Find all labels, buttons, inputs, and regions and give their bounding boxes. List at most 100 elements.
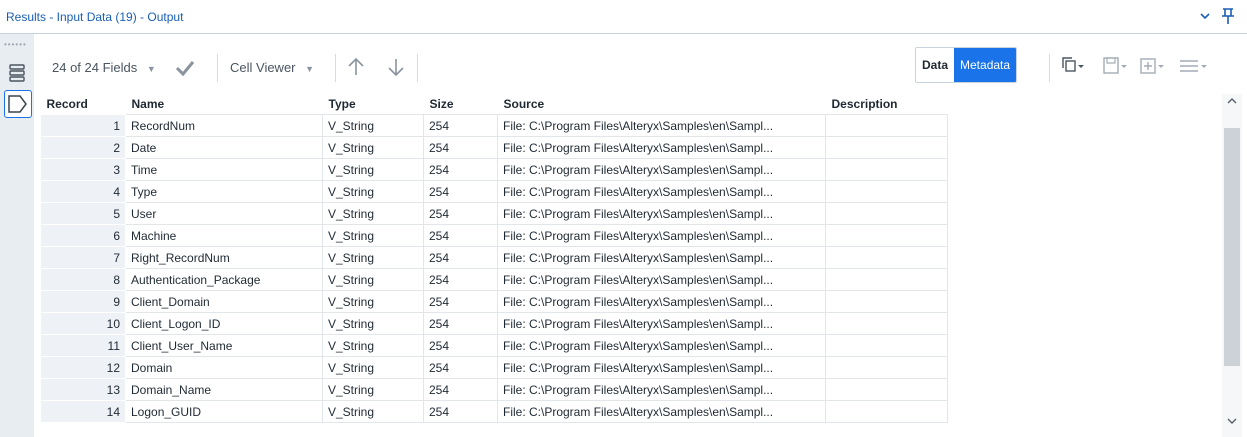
scroll-up-icon[interactable]: [1226, 96, 1238, 106]
cell-size[interactable]: 254: [423, 334, 498, 357]
cell-description[interactable]: [825, 334, 948, 357]
copy-icon[interactable]: [1060, 56, 1086, 76]
cell-size[interactable]: 254: [423, 180, 498, 203]
cell-type[interactable]: V_String: [322, 136, 424, 159]
cell-record[interactable]: 9: [40, 290, 126, 313]
cell-source[interactable]: File: C:\Program Files\Alteryx\Samples\e…: [497, 312, 826, 335]
cell-type[interactable]: V_String: [322, 312, 424, 335]
cell-size[interactable]: 254: [423, 268, 498, 291]
cell-source[interactable]: File: C:\Program Files\Alteryx\Samples\e…: [497, 378, 826, 401]
cell-record[interactable]: 4: [40, 180, 126, 203]
cell-source[interactable]: File: C:\Program Files\Alteryx\Samples\e…: [497, 246, 826, 269]
table-row[interactable]: 1 RecordNum V_String 254 File: C:\Program Fi…: [40, 114, 948, 137]
cell-description[interactable]: [825, 158, 948, 181]
cell-size[interactable]: 254: [423, 290, 498, 313]
menu-icon[interactable]: [1178, 56, 1208, 76]
cell-description[interactable]: [825, 114, 948, 137]
tab-metadata[interactable]: Metadata: [954, 48, 1017, 82]
cell-size[interactable]: 254: [423, 378, 498, 401]
cell-name[interactable]: Domain_Name: [125, 378, 323, 401]
apply-check-icon[interactable]: [174, 59, 196, 77]
fields-dropdown[interactable]: 24 of 24 Fields ▼: [52, 60, 156, 75]
cell-type[interactable]: V_String: [322, 334, 424, 357]
cell-name[interactable]: Client_User_Name: [125, 334, 323, 357]
cell-record[interactable]: 3: [40, 158, 126, 181]
scroll-down-icon[interactable]: [1226, 416, 1238, 426]
cell-type[interactable]: V_String: [322, 290, 424, 313]
cell-type[interactable]: V_String: [322, 202, 424, 225]
cell-record[interactable]: 5: [40, 202, 126, 225]
table-row[interactable]: 7 Right_RecordNum V_String 254 File: C:\Prog…: [40, 246, 948, 269]
cell-record[interactable]: 2: [40, 136, 126, 159]
cell-name[interactable]: Time: [125, 158, 323, 181]
cell-name[interactable]: RecordNum: [125, 114, 323, 137]
cell-type[interactable]: V_String: [322, 224, 424, 247]
cell-name[interactable]: Right_RecordNum: [125, 246, 323, 269]
cell-source[interactable]: File: C:\Program Files\Alteryx\Samples\e…: [497, 356, 826, 379]
cell-source[interactable]: File: C:\Program Files\Alteryx\Samples\e…: [497, 224, 826, 247]
cell-size[interactable]: 254: [423, 158, 498, 181]
cell-record[interactable]: 6: [40, 224, 126, 247]
arrow-down-icon[interactable]: [387, 57, 405, 77]
cell-type[interactable]: V_String: [322, 180, 424, 203]
cell-source[interactable]: File: C:\Program Files\Alteryx\Samples\e…: [497, 290, 826, 313]
cell-source[interactable]: File: C:\Program Files\Alteryx\Samples\e…: [497, 334, 826, 357]
cell-size[interactable]: 254: [423, 224, 498, 247]
add-column-icon[interactable]: [1139, 56, 1165, 76]
cell-size[interactable]: 254: [423, 114, 498, 137]
column-header-source[interactable]: Source: [497, 94, 826, 115]
cell-size[interactable]: 254: [423, 136, 498, 159]
cell-name[interactable]: User: [125, 202, 323, 225]
pin-icon[interactable]: [1220, 7, 1236, 25]
table-row[interactable]: 4 Type V_String 254 File: C:\Program Files\A…: [40, 180, 948, 203]
cell-record[interactable]: 12: [40, 356, 126, 379]
drag-grip-icon[interactable]: ••••••: [4, 40, 27, 49]
metadata-tag-icon[interactable]: [4, 90, 32, 118]
cell-type[interactable]: V_String: [322, 268, 424, 291]
cell-name[interactable]: Date: [125, 136, 323, 159]
column-header-record[interactable]: Record: [40, 94, 126, 115]
cell-description[interactable]: [825, 378, 948, 401]
cell-record[interactable]: 1: [40, 114, 126, 137]
table-row[interactable]: 9 Client_Domain V_String 254 File: C:\Progra…: [40, 290, 948, 313]
cell-type[interactable]: V_String: [322, 114, 424, 137]
table-row[interactable]: 12 Domain V_String 254 File: C:\Program File…: [40, 356, 948, 379]
vertical-scrollbar[interactable]: [1222, 94, 1242, 437]
cell-description[interactable]: [825, 400, 948, 423]
cell-record[interactable]: 7: [40, 246, 126, 269]
table-row[interactable]: 5 User V_String 254 File: C:\Program Files\A…: [40, 202, 948, 225]
cell-description[interactable]: [825, 180, 948, 203]
cell-type[interactable]: V_String: [322, 356, 424, 379]
column-header-size[interactable]: Size: [423, 94, 498, 115]
cell-description[interactable]: [825, 224, 948, 247]
cell-source[interactable]: File: C:\Program Files\Alteryx\Samples\e…: [497, 136, 826, 159]
cell-name[interactable]: Client_Domain: [125, 290, 323, 313]
cell-type[interactable]: V_String: [322, 378, 424, 401]
table-row[interactable]: 2 Date V_String 254 File: C:\Program Files\A…: [40, 136, 948, 159]
cell-name[interactable]: Machine: [125, 224, 323, 247]
cell-type[interactable]: V_String: [322, 246, 424, 269]
cell-description[interactable]: [825, 356, 948, 379]
cell-name[interactable]: Logon_GUID: [125, 400, 323, 423]
table-row[interactable]: 6 Machine V_String 254 File: C:\Program File…: [40, 224, 948, 247]
cell-viewer-dropdown[interactable]: Cell Viewer ▼: [230, 60, 314, 75]
cell-record[interactable]: 13: [40, 378, 126, 401]
scrollbar-thumb[interactable]: [1224, 128, 1240, 366]
cell-size[interactable]: 254: [423, 312, 498, 335]
cell-description[interactable]: [825, 312, 948, 335]
cell-record[interactable]: 14: [40, 400, 126, 423]
cell-size[interactable]: 254: [423, 246, 498, 269]
tab-data[interactable]: Data: [916, 48, 955, 82]
cell-source[interactable]: File: C:\Program Files\Alteryx\Samples\e…: [497, 180, 826, 203]
cell-name[interactable]: Domain: [125, 356, 323, 379]
cell-record[interactable]: 8: [40, 268, 126, 291]
table-row[interactable]: 8 Authentication_Package V_String 254 File: …: [40, 268, 948, 291]
cell-name[interactable]: Authentication_Package: [125, 268, 323, 291]
cell-name[interactable]: Type: [125, 180, 323, 203]
cell-source[interactable]: File: C:\Program Files\Alteryx\Samples\e…: [497, 268, 826, 291]
column-header-description[interactable]: Description: [825, 94, 948, 115]
column-header-name[interactable]: Name: [125, 94, 323, 115]
cell-source[interactable]: File: C:\Program Files\Alteryx\Samples\e…: [497, 114, 826, 137]
table-row[interactable]: 13 Domain_Name V_String 254 File: C:\Program…: [40, 378, 948, 401]
cell-name[interactable]: Client_Logon_ID: [125, 312, 323, 335]
